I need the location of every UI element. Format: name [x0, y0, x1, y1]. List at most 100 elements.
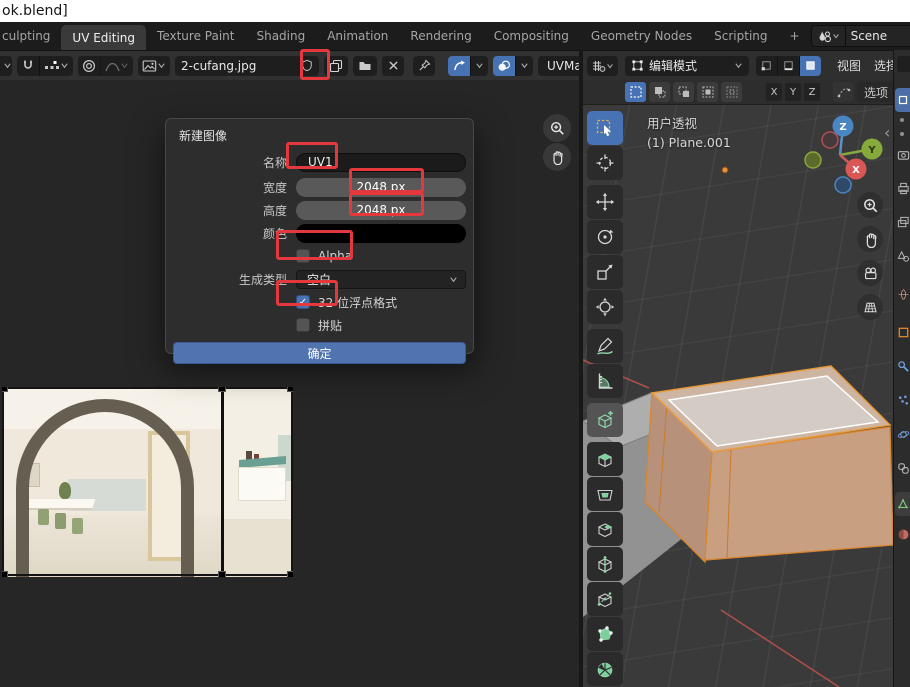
- uv-pan-button[interactable]: [543, 143, 571, 171]
- properties-editor-type-icon[interactable]: [897, 56, 910, 72]
- face-select-button[interactable]: [799, 56, 821, 76]
- tool-annotate[interactable]: [587, 329, 623, 363]
- tool-cursor[interactable]: [587, 146, 623, 180]
- tool-select-box[interactable]: [587, 111, 623, 145]
- properties-tab-tool[interactable]: [895, 88, 910, 112]
- mirror-z-button[interactable]: Z: [804, 83, 820, 101]
- tab-uv-editing[interactable]: UV Editing: [61, 25, 146, 50]
- tool-poly-build[interactable]: [587, 617, 623, 651]
- uv-vertex-handle[interactable]: [2, 387, 7, 391]
- width-slider[interactable]: 2048 px: [296, 178, 466, 197]
- uv-editor-type-dropdown[interactable]: [0, 56, 12, 76]
- selected-box[interactable]: [645, 366, 893, 562]
- tab-rendering[interactable]: Rendering: [399, 22, 482, 50]
- gizmo-minus-z[interactable]: [835, 177, 851, 193]
- properties-tab-object[interactable]: [897, 326, 910, 339]
- tab-compositing[interactable]: Compositing: [483, 22, 580, 50]
- uv-vertex-handle[interactable]: [2, 572, 7, 577]
- scene-datablock-icon[interactable]: [812, 26, 845, 46]
- tab-geometry-nodes[interactable]: Geometry Nodes: [580, 22, 703, 50]
- uv-vertex-handle[interactable]: [288, 387, 293, 391]
- add-workspace-button[interactable]: +: [779, 22, 811, 50]
- tab-texture-paint[interactable]: Texture Paint: [146, 22, 245, 50]
- show-gizmos-toggle[interactable]: [448, 56, 470, 76]
- vertex-select-button[interactable]: [756, 56, 777, 76]
- gizmos-dropdown[interactable]: [470, 56, 488, 76]
- gizmo-minus-y[interactable]: [805, 152, 821, 168]
- properties-tab-world[interactable]: [897, 288, 910, 301]
- ok-button[interactable]: 确定: [173, 342, 466, 364]
- viewport-zoom-button[interactable]: [857, 192, 883, 218]
- snap-toggle[interactable]: [17, 56, 39, 76]
- uv-vertex-handle[interactable]: [288, 572, 293, 577]
- tool-measure[interactable]: [587, 364, 623, 398]
- new-image-button[interactable]: [324, 56, 348, 76]
- tool-scale[interactable]: [587, 255, 623, 289]
- edge-select-button[interactable]: [777, 56, 799, 76]
- tool-move[interactable]: [587, 185, 623, 219]
- select-invert-button[interactable]: [697, 82, 718, 102]
- options-dropdown[interactable]: 选项: [857, 82, 893, 102]
- tool-rotate[interactable]: [587, 220, 623, 254]
- tool-knife[interactable]: [587, 582, 623, 616]
- tool-transform[interactable]: [587, 290, 623, 324]
- scene-selector[interactable]: Scene: [811, 25, 910, 47]
- properties-tab-particles[interactable]: [897, 394, 910, 407]
- tab-animation[interactable]: Animation: [316, 22, 399, 50]
- tool-extrude-region[interactable]: [587, 442, 623, 476]
- snap-mode-dropdown[interactable]: [39, 56, 73, 76]
- falloff-dropdown[interactable]: [100, 56, 133, 76]
- image-name-field[interactable]: 2-cufang.jpg: [175, 56, 319, 76]
- shield-icon[interactable]: [301, 59, 313, 72]
- properties-tab-view-layer[interactable]: [897, 216, 910, 229]
- tab-scripting[interactable]: Scripting: [703, 22, 778, 50]
- properties-tab-modifiers[interactable]: [897, 360, 910, 373]
- properties-tab-render[interactable]: [897, 148, 910, 161]
- uv-vertex-handle[interactable]: [219, 572, 225, 577]
- viewport-canvas[interactable]: 用户透视 (1) Plane.001 Z Y X: [583, 105, 893, 687]
- tool-bevel[interactable]: [587, 512, 623, 546]
- tab-shading[interactable]: Shading: [245, 22, 316, 50]
- properties-tab-constraints[interactable]: [897, 462, 910, 475]
- select-extend-button[interactable]: [649, 82, 670, 102]
- select-intersect-button[interactable]: [721, 82, 742, 102]
- viewport-editor-type-dropdown[interactable]: [587, 56, 618, 76]
- tab-sculpting[interactable]: culpting: [0, 22, 61, 50]
- alpha-checkbox[interactable]: [296, 249, 310, 263]
- proportional-edit-toggle[interactable]: [78, 56, 100, 76]
- float-buffer-checkbox[interactable]: ✓: [296, 295, 310, 309]
- menu-select[interactable]: 选择: [871, 57, 893, 74]
- select-subtract-button[interactable]: [673, 82, 694, 102]
- show-overlays-toggle[interactable]: [493, 56, 515, 76]
- open-image-button[interactable]: [353, 56, 377, 76]
- tool-add-cube[interactable]: [587, 403, 623, 437]
- sidebar-collapse-arrow[interactable]: ‹: [884, 123, 890, 142]
- properties-tab-object-data[interactable]: [895, 492, 910, 516]
- color-swatch[interactable]: [296, 224, 466, 243]
- height-slider[interactable]: 2048 px: [296, 201, 466, 220]
- tiled-checkbox[interactable]: [296, 318, 310, 332]
- image-browse-dropdown[interactable]: [138, 56, 170, 76]
- menu-view[interactable]: 视图: [834, 57, 864, 74]
- select-new-button[interactable]: [625, 82, 646, 102]
- viewport-pan-button[interactable]: [857, 226, 883, 252]
- image-name-input[interactable]: UV1: [296, 153, 466, 172]
- gizmo-minus-x[interactable]: [822, 132, 838, 148]
- properties-tab-output[interactable]: [897, 182, 910, 195]
- navigation-gizmo[interactable]: Z Y X: [799, 107, 893, 201]
- uv-zoom-button[interactable]: [543, 114, 571, 142]
- correct-face-attributes-button[interactable]: [833, 82, 854, 102]
- pin-image-button[interactable]: [413, 56, 435, 76]
- uvmap-field[interactable]: UVMap: [538, 56, 579, 76]
- tool-loop-cut[interactable]: [587, 547, 623, 581]
- properties-tab-material[interactable]: [897, 528, 910, 541]
- properties-tab-physics[interactable]: [897, 428, 910, 441]
- overlays-dropdown[interactable]: [515, 56, 533, 76]
- generated-type-dropdown[interactable]: 空白: [296, 270, 466, 289]
- tool-spin[interactable]: [587, 652, 623, 686]
- mirror-x-button[interactable]: X: [766, 83, 782, 101]
- viewport-perspective-toggle-button[interactable]: [857, 294, 883, 320]
- uv-vertex-handle[interactable]: [219, 387, 225, 391]
- viewport-camera-button[interactable]: [857, 260, 883, 286]
- scene-name[interactable]: Scene: [845, 26, 910, 46]
